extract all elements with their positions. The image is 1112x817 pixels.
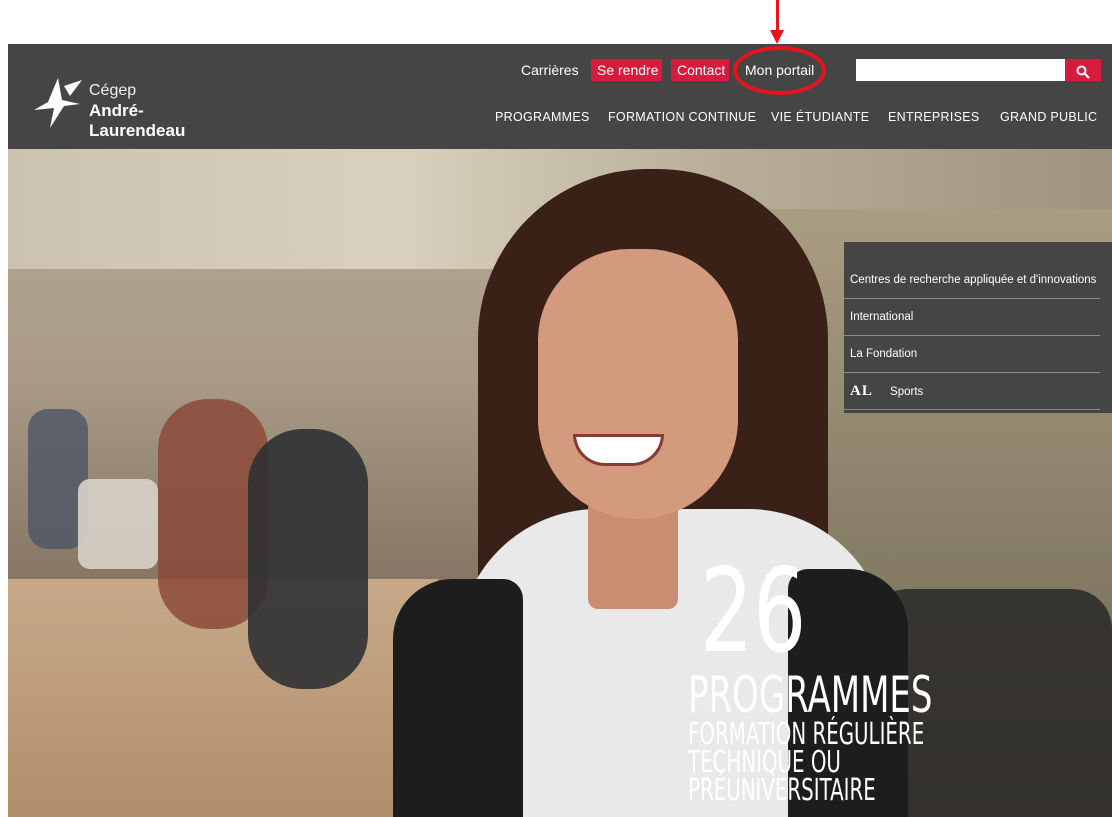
hero-subtitle-line: PRÉUNIVERSITAIRE (688, 773, 876, 808)
website: Cégep André-Laurendeau Carrières Se rend… (8, 44, 1112, 817)
link-carrieres[interactable]: Carrières (521, 59, 579, 81)
side-menu-label: La Fondation (850, 348, 918, 360)
side-menu-item-centres-recherche[interactable]: Centres de recherche appliquée et d'inno… (844, 262, 1100, 299)
annotation-arrowhead (770, 30, 784, 44)
annotation-circle (733, 46, 826, 95)
side-menu-label: International (850, 311, 914, 323)
search-icon (1076, 65, 1090, 79)
search-input[interactable] (856, 59, 1065, 81)
al-sports-logo: AL (850, 383, 873, 399)
hero-photo-laptop (78, 479, 158, 569)
side-menu: Centres de recherche appliquée et d'inno… (844, 242, 1112, 413)
side-menu-item-international[interactable]: International (844, 299, 1100, 336)
site-header: Cégep André-Laurendeau Carrières Se rend… (8, 44, 1112, 149)
side-menu-label: Sports (890, 386, 924, 398)
button-contact[interactable]: Contact (671, 59, 729, 81)
side-menu-item-sports[interactable]: AL Sports (844, 373, 1100, 410)
logo-line-1: Cégep (89, 82, 137, 99)
nav-formation-continue[interactable]: FORMATION CONTINUE (608, 108, 756, 126)
nav-entreprises[interactable]: ENTREPRISES (888, 108, 980, 126)
nav-vie-etudiante[interactable]: VIE ÉTUDIANTE (771, 108, 869, 126)
search-button[interactable] (1065, 59, 1101, 81)
hero-title: PROGRAMMES (688, 666, 933, 724)
hero-number: 26 (700, 544, 807, 679)
logo[interactable]: Cégep André-Laurendeau (30, 78, 240, 140)
logo-mark-icon (34, 78, 82, 128)
nav-programmes[interactable]: PROGRAMMES (495, 108, 590, 126)
hero-photo-student-face (538, 249, 738, 519)
side-menu-item-fondation[interactable]: La Fondation (844, 336, 1100, 373)
side-menu-label: Centres de recherche appliquée et d'inno… (850, 274, 1097, 286)
nav-grand-public[interactable]: GRAND PUBLIC (1000, 108, 1097, 126)
button-se-rendre[interactable]: Se rendre (591, 59, 662, 81)
hero-photo-student-jacket (393, 579, 523, 817)
hero-banner[interactable]: Centres de recherche appliquée et d'inno… (8, 149, 1112, 817)
hero-photo-bg-person (248, 429, 368, 689)
logo-line-2: André-Laurendeau (89, 101, 186, 140)
